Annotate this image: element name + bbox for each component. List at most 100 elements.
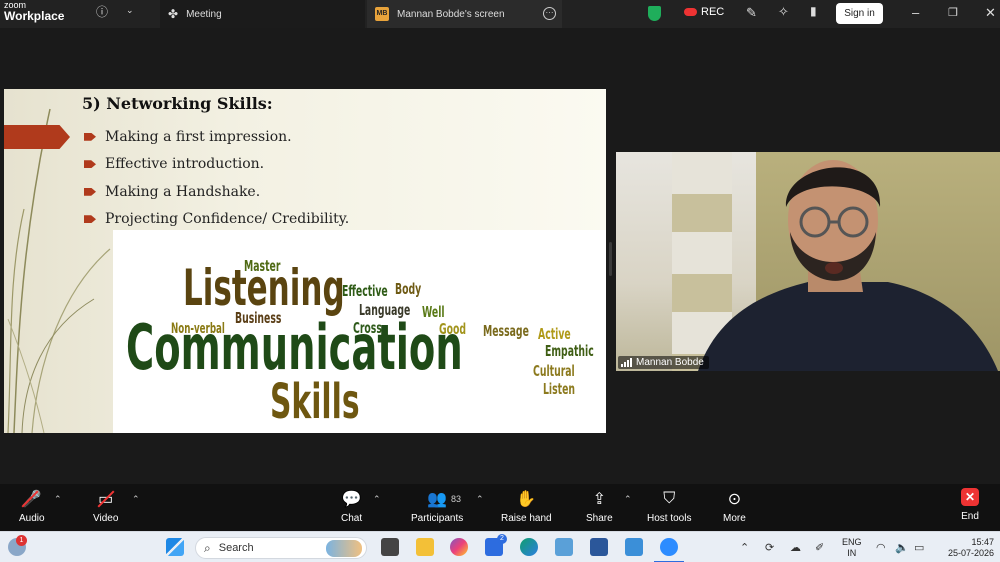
volume-icon[interactable]: 🔈 [895,541,909,554]
title-bar: zoom Workplace ⓘ ⌄ ✤ Meeting MB Mannan B… [0,0,1000,28]
participants-icon: 👥 [427,491,448,508]
file-explorer-icon[interactable] [416,538,434,556]
minimize-icon[interactable]: – [912,5,919,20]
video-button[interactable]: ▭ Video [93,488,118,524]
host-tools-label: Host tools [647,513,692,524]
raise-hand-button[interactable]: ✋ Raise hand [501,488,552,524]
audio-options-caret-icon[interactable]: ⌃ [54,494,62,505]
participants-options-caret-icon[interactable]: ⌃ [476,494,484,505]
slide-bullet-text: Effective introduction. [105,156,265,173]
remote-desktop-icon[interactable] [555,538,573,556]
title-arrow-shape [4,125,70,149]
lang-bottom: IN [847,548,857,558]
more-button[interactable]: ⊙ More [723,488,746,524]
battery-icon[interactable]: ▭ [914,541,924,554]
tab-screen-label: Mannan Bobde's screen [397,8,505,20]
pen-icon[interactable]: ✐ [815,541,824,554]
slide-bullet: Projecting Confidence/ Credibility. [84,206,349,234]
chat-button[interactable]: 💬 Chat [341,488,362,524]
chat-options-caret-icon[interactable]: ⌃ [373,494,381,505]
annotate-icon[interactable]: ✎ [746,5,757,21]
taskbar-search[interactable]: ⌕ Search [195,537,367,559]
participant-name-tag: Mannan Bobde [618,356,709,369]
word-icon[interactable] [590,538,608,556]
video-options-caret-icon[interactable]: ⌃ [132,494,140,505]
slide-heading: 5) Networking Skills: [82,94,273,113]
meeting-icon: ✤ [168,7,179,21]
bullet-arrow-icon [84,187,96,196]
participant-video[interactable]: Mannan Bobde [616,152,1000,371]
bullet-arrow-icon [84,160,96,169]
share-screen-icon: ⇪ [592,491,607,508]
video-label: Video [93,513,119,524]
signal-strength-icon [621,358,632,367]
wifi-icon[interactable]: ◠ [876,541,886,554]
tab-meeting-label: Meeting [186,8,222,20]
chevron-down-icon[interactable]: ⌄ [126,5,134,16]
slide-bullet: Effective introduction. [84,151,349,179]
tray-overflow-icon[interactable]: ⌃ [740,541,749,554]
tab-shared-screen[interactable]: MB Mannan Bobde's screen ··· [367,0,562,28]
audio-button[interactable]: 🎤 Audio [19,488,45,524]
more-options-icon[interactable]: ··· [543,7,556,20]
zoom-logo: zoom Workplace [4,1,65,23]
search-placeholder: Search [218,542,254,554]
lang-top: ENG [842,537,862,547]
zoom-app-icon[interactable] [660,538,678,556]
camera-off-icon: ▭ [97,488,115,510]
bullet-arrow-icon [84,132,96,141]
raise-hand-label: Raise hand [501,513,552,524]
windows-taskbar: 1 ⌕ Search 2 ⌃ ⟳ ☁ ✐ ENG IN ◠ 🔈 ▭ 15:47 … [0,531,1000,562]
word-message: Message [483,322,529,340]
word-skills: Skills [270,374,360,430]
info-icon[interactable]: ⓘ [96,3,108,20]
close-icon[interactable]: ✕ [985,5,996,21]
word-body: Body [395,280,422,298]
cloud-record-icon [684,8,697,16]
rec-label: REC [701,6,725,18]
ai-companion-icon[interactable]: ✧ [778,4,789,20]
word-communication: Communication [126,311,463,384]
word-listen: Listen [543,380,576,398]
host-tools-button[interactable]: ⛉ Host tools [647,488,691,524]
participant-name: Mannan Bobde [636,357,704,368]
edge-browser-icon[interactable] [520,538,538,556]
cloud-off-icon[interactable]: ☁ [790,541,801,554]
panel-resize-handle[interactable] [609,242,612,276]
search-highlight-image [326,540,362,557]
input-language[interactable]: ENG IN [842,537,862,559]
copilot-icon[interactable] [450,538,468,556]
windows-start-icon[interactable] [166,538,184,556]
sync-icon[interactable]: ⟳ [765,541,774,554]
system-clock[interactable]: 15:47 25-07-2026 [942,537,994,559]
word-cloud: Listening Master Effective Body Language… [113,230,606,433]
zoom-window: zoom Workplace ⓘ ⌄ ✤ Meeting MB Mannan B… [0,0,1000,562]
clock-date: 25-07-2026 [947,548,994,558]
brand-bottom: Workplace [4,9,65,23]
recording-indicator[interactable]: REC [684,6,724,18]
hand-icon: ✋ [516,491,537,508]
share-options-caret-icon[interactable]: ⌃ [624,494,632,505]
word-cultural: Cultural [533,362,575,380]
end-label: End [961,511,979,522]
clock-time: 15:47 [971,537,994,547]
store-badge: 2 [497,534,507,544]
photos-icon[interactable] [625,538,643,556]
task-view-icon[interactable] [381,538,399,556]
screen-avatar-badge: MB [375,7,389,21]
chat-label: Chat [341,513,363,524]
tab-meeting[interactable]: ✤ Meeting [160,0,365,28]
word-master: Master [244,257,281,275]
end-x-icon: ✕ [961,488,979,506]
sign-in-button[interactable]: Sign in [836,3,883,24]
restore-icon[interactable]: ❐ [948,6,958,19]
end-button[interactable]: ✕ End [961,488,979,522]
participants-label: Participants [411,513,464,524]
more-dots-icon: ⊙ [727,491,742,508]
share-button[interactable]: ⇪ Share [586,488,613,524]
chat-bubble-icon: 💬 [341,491,362,508]
host-shield-icon: ⛉ [663,490,676,507]
security-shield-icon[interactable] [648,6,661,21]
notification-badge: 1 [16,535,27,546]
apps-icon[interactable]: ▮ [810,4,817,18]
